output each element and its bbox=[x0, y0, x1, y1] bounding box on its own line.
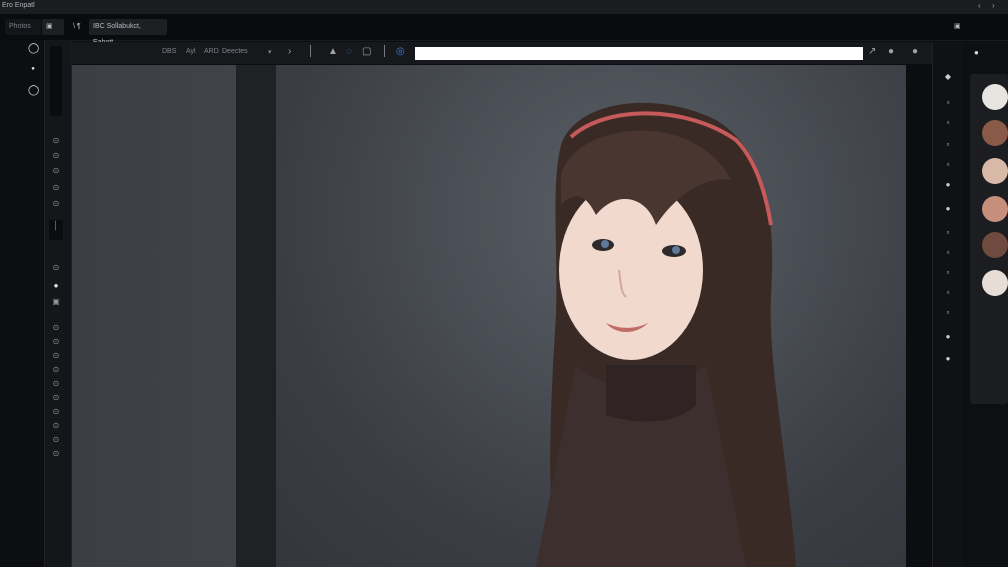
rail-icon[interactable]: ▫ bbox=[942, 118, 954, 128]
rail-icon[interactable]: ● bbox=[942, 204, 954, 214]
option-item[interactable]: Ayl bbox=[186, 48, 196, 55]
window-title: Ero Enpatl bbox=[2, 2, 35, 9]
tab-document[interactable]: IBC Sollabukct, Eabott bbox=[89, 19, 167, 46]
swatch-skin-2[interactable] bbox=[982, 196, 1008, 222]
options-bar: DBS Ayl ARD Deectes ▾ › │ ▲ ◌ ▢ │ ◎ ↗ ● … bbox=[70, 42, 932, 64]
dot-icon[interactable]: ● bbox=[912, 46, 918, 57]
dot-icon[interactable]: ● bbox=[28, 64, 38, 74]
shape-tool-icon[interactable]: ▲ bbox=[328, 46, 338, 57]
blue-tool-icon[interactable]: ◌ bbox=[346, 46, 352, 57]
swatch-skin-1[interactable] bbox=[982, 158, 1008, 184]
tool-icon[interactable]: ⊙ bbox=[49, 336, 63, 347]
swatch-portrait-1[interactable] bbox=[982, 120, 1008, 146]
rail-icon[interactable]: ▫ bbox=[942, 288, 954, 298]
portrait-image bbox=[276, 65, 906, 567]
tool-icon[interactable]: ⊙ bbox=[49, 448, 63, 459]
portrait-figure bbox=[536, 102, 796, 567]
swatch-panel: ● bbox=[962, 42, 1008, 567]
swatch-list bbox=[970, 74, 1008, 404]
tool-icon[interactable]: ⊙ bbox=[49, 165, 63, 176]
tool-icon[interactable]: ⊙ bbox=[49, 198, 63, 209]
arrow-tool-icon[interactable]: › bbox=[288, 46, 291, 57]
address-input[interactable] bbox=[415, 47, 863, 60]
title-bar: Ero Enpatl ‹ › bbox=[0, 0, 1008, 14]
rail-icon[interactable]: ▫ bbox=[942, 160, 954, 170]
window-control-forward[interactable]: › bbox=[992, 1, 995, 10]
tab-row: Photos ▣ \ ¶ IBC Sollabukct, Eabott ▣ bbox=[0, 14, 1008, 46]
swatch-portrait-2[interactable] bbox=[982, 232, 1008, 258]
target-icon[interactable]: ◎ bbox=[396, 46, 405, 57]
tool-active-icon[interactable]: ● bbox=[49, 280, 63, 291]
circle-icon[interactable]: ◯ bbox=[28, 44, 39, 54]
tab-photos[interactable]: Photos bbox=[5, 19, 41, 35]
right-rail: ◆ ▫ ▫ ▫ ▫ ● ● ▫ ▫ ▫ ▫ ▫ ● ● bbox=[932, 42, 963, 567]
divider-icon: │ bbox=[382, 46, 389, 57]
tool-icon[interactable]: ⊙ bbox=[49, 350, 63, 361]
tool-divider-icon: │ bbox=[49, 220, 63, 240]
expand-icon[interactable]: ↗ bbox=[868, 46, 876, 57]
chevron-down-icon[interactable]: ▾ bbox=[268, 48, 272, 56]
option-item[interactable]: Deectes bbox=[222, 48, 248, 55]
tool-icon[interactable]: ⊙ bbox=[49, 406, 63, 417]
rail-icon[interactable]: ▫ bbox=[942, 268, 954, 278]
rail-icon[interactable]: ▫ bbox=[942, 248, 954, 258]
tool-icon[interactable]: ⊙ bbox=[49, 378, 63, 389]
option-item[interactable]: ARD bbox=[204, 48, 219, 55]
panel-dot-icon: ● bbox=[974, 48, 979, 57]
swatch-light-2[interactable] bbox=[982, 270, 1008, 296]
tool-icon[interactable]: ⊙ bbox=[49, 434, 63, 445]
tool-icon[interactable]: ⊙ bbox=[49, 420, 63, 431]
frame-tool-icon[interactable]: ▢ bbox=[362, 46, 371, 57]
circle-icon[interactable]: ◯ bbox=[28, 86, 39, 96]
rail-icon[interactable]: ● bbox=[942, 180, 954, 190]
settings-icon[interactable]: ● bbox=[888, 46, 894, 57]
tool-strip: ⊙ ⊙ ⊙ ⊙ ⊙ │ ⊙ ● ▣ ⊙ ⊙ ⊙ ⊙ ⊙ ⊙ ⊙ ⊙ ⊙ ⊙ bbox=[44, 40, 72, 567]
rail-icon[interactable]: ▫ bbox=[942, 140, 954, 150]
rail-icon[interactable]: ▫ bbox=[942, 308, 954, 318]
tab-image-icon[interactable]: ▣ bbox=[42, 19, 64, 35]
tool-scroll-track[interactable] bbox=[50, 46, 62, 116]
tab-small[interactable]: \ ¶ bbox=[69, 19, 87, 35]
rail-icon[interactable]: ◆ bbox=[942, 72, 954, 82]
canvas-shadow-column bbox=[236, 65, 276, 567]
tool-icon[interactable]: ⊙ bbox=[49, 150, 63, 161]
tool-icon[interactable]: ⊙ bbox=[49, 322, 63, 333]
tool-icon[interactable]: ⊙ bbox=[49, 392, 63, 403]
tool-icon[interactable]: ⊙ bbox=[49, 182, 63, 193]
swatch-light-1[interactable] bbox=[982, 84, 1008, 110]
tab-right-icon[interactable]: ▣ bbox=[950, 19, 970, 35]
rail-icon[interactable]: ▫ bbox=[942, 228, 954, 238]
rail-icon[interactable]: ● bbox=[942, 354, 954, 364]
window-control-back[interactable]: ‹ bbox=[978, 1, 981, 10]
left-panel: ◯ ● ◯ bbox=[0, 40, 44, 567]
canvas[interactable] bbox=[72, 65, 906, 567]
tool-icon[interactable]: ▣ bbox=[49, 296, 63, 307]
divider-icon: │ bbox=[308, 46, 315, 57]
option-item[interactable]: DBS bbox=[162, 48, 176, 55]
tool-icon[interactable]: ⊙ bbox=[49, 262, 63, 273]
tool-icon[interactable]: ⊙ bbox=[49, 135, 63, 146]
rail-icon[interactable]: ● bbox=[942, 332, 954, 342]
rail-icon[interactable]: ▫ bbox=[942, 98, 954, 108]
tool-icon[interactable]: ⊙ bbox=[49, 364, 63, 375]
